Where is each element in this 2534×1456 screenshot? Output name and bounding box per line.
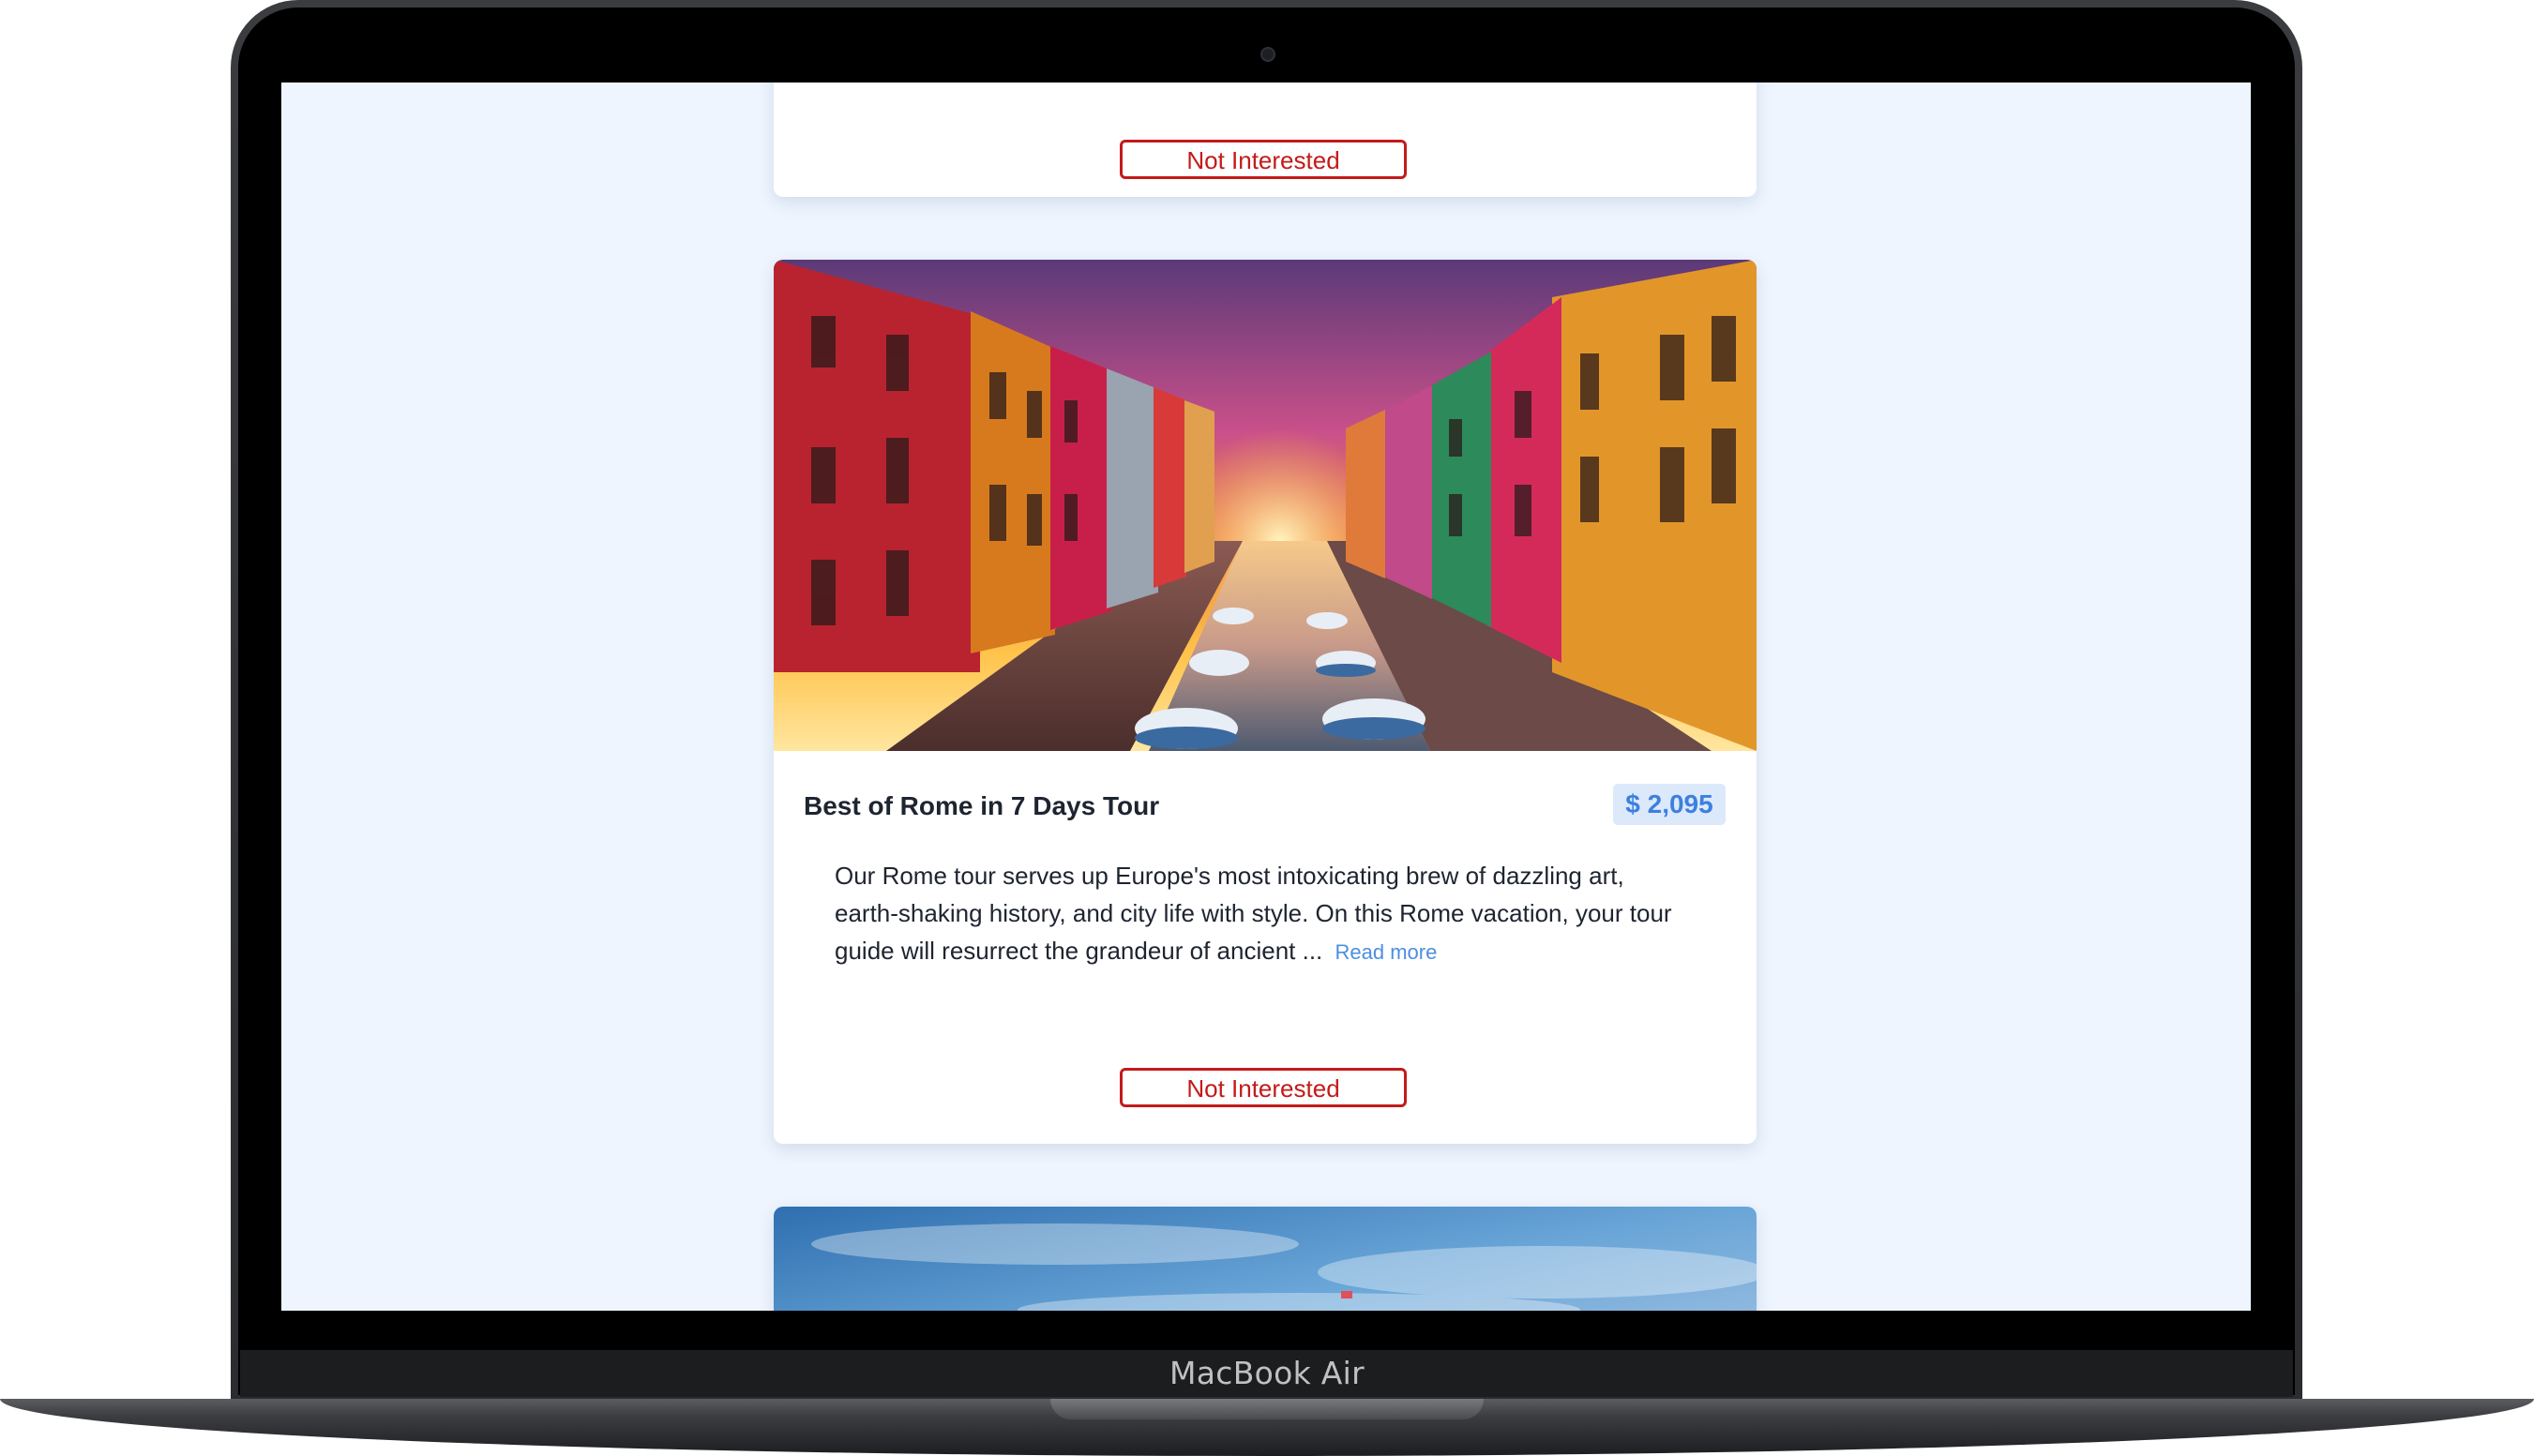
tour-card-next xyxy=(774,1207,1757,1311)
tour-card-previous: Not Interested xyxy=(774,83,1757,197)
tour-card: Best of Rome in 7 Days Tour $ 2,095 Our … xyxy=(774,260,1757,1144)
not-interested-button[interactable]: Not Interested xyxy=(1120,140,1407,179)
laptop-hinge-notch xyxy=(1050,1399,1484,1419)
camera-icon xyxy=(1260,47,1275,62)
read-more-link[interactable]: Read more xyxy=(1335,940,1438,964)
price-badge: $ 2,095 xyxy=(1613,784,1726,825)
browser-viewport[interactable]: Not Interested Best of Rome in 7 Days To… xyxy=(281,83,2251,1311)
tour-image-next xyxy=(774,1207,1757,1311)
tour-description: Our Rome tour serves up Europe's most in… xyxy=(835,857,1679,971)
tour-image xyxy=(774,260,1757,751)
tour-description-text: Our Rome tour serves up Europe's most in… xyxy=(835,862,1672,965)
device-label: MacBook Air xyxy=(1169,1355,1365,1391)
tour-title: Best of Rome in 7 Days Tour xyxy=(804,791,1160,820)
not-interested-button[interactable]: Not Interested xyxy=(1120,1068,1407,1107)
